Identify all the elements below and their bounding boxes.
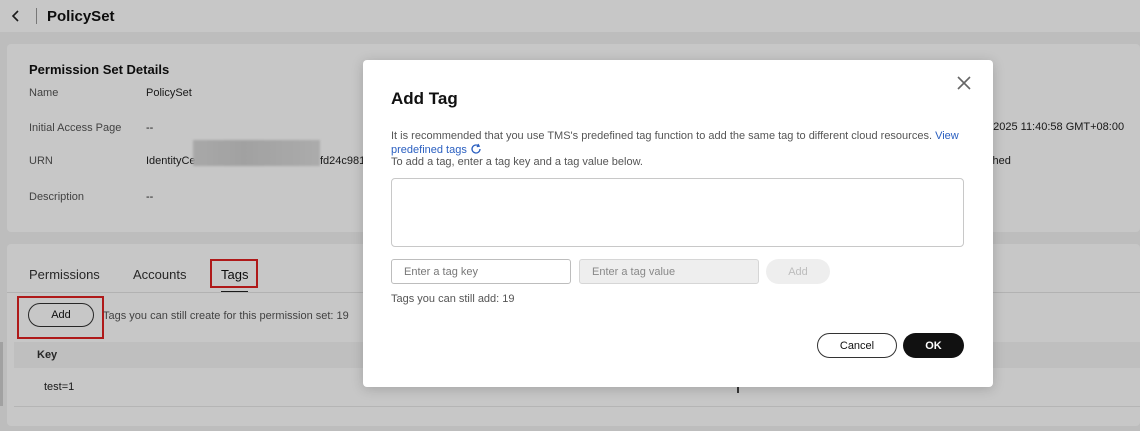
close-icon (957, 76, 971, 90)
close-button[interactable] (953, 72, 975, 94)
tag-key-input[interactable]: Enter a tag key (391, 259, 571, 284)
tms-hint-text: It is recommended that you use TMS's pre… (391, 130, 933, 142)
tag-entry-instructions: To add a tag, enter a tag key and a tag … (391, 156, 643, 168)
page: PolicySet Permission Set Details Name Po… (0, 0, 1140, 431)
ok-button[interactable]: OK (903, 333, 964, 358)
tags-can-add-text: Tags you can still add: 19 (391, 293, 515, 305)
dialog-title: Add Tag (391, 89, 458, 108)
tms-hint: It is recommended that you use TMS's pre… (391, 130, 971, 159)
added-tags-area (391, 178, 964, 247)
cancel-button[interactable]: Cancel (817, 333, 897, 358)
tag-value-input[interactable]: Enter a tag value (579, 259, 759, 284)
add-tag-dialog: Add Tag It is recommended that you use T… (363, 60, 993, 387)
add-tag-pair-button[interactable]: Add (766, 259, 830, 284)
